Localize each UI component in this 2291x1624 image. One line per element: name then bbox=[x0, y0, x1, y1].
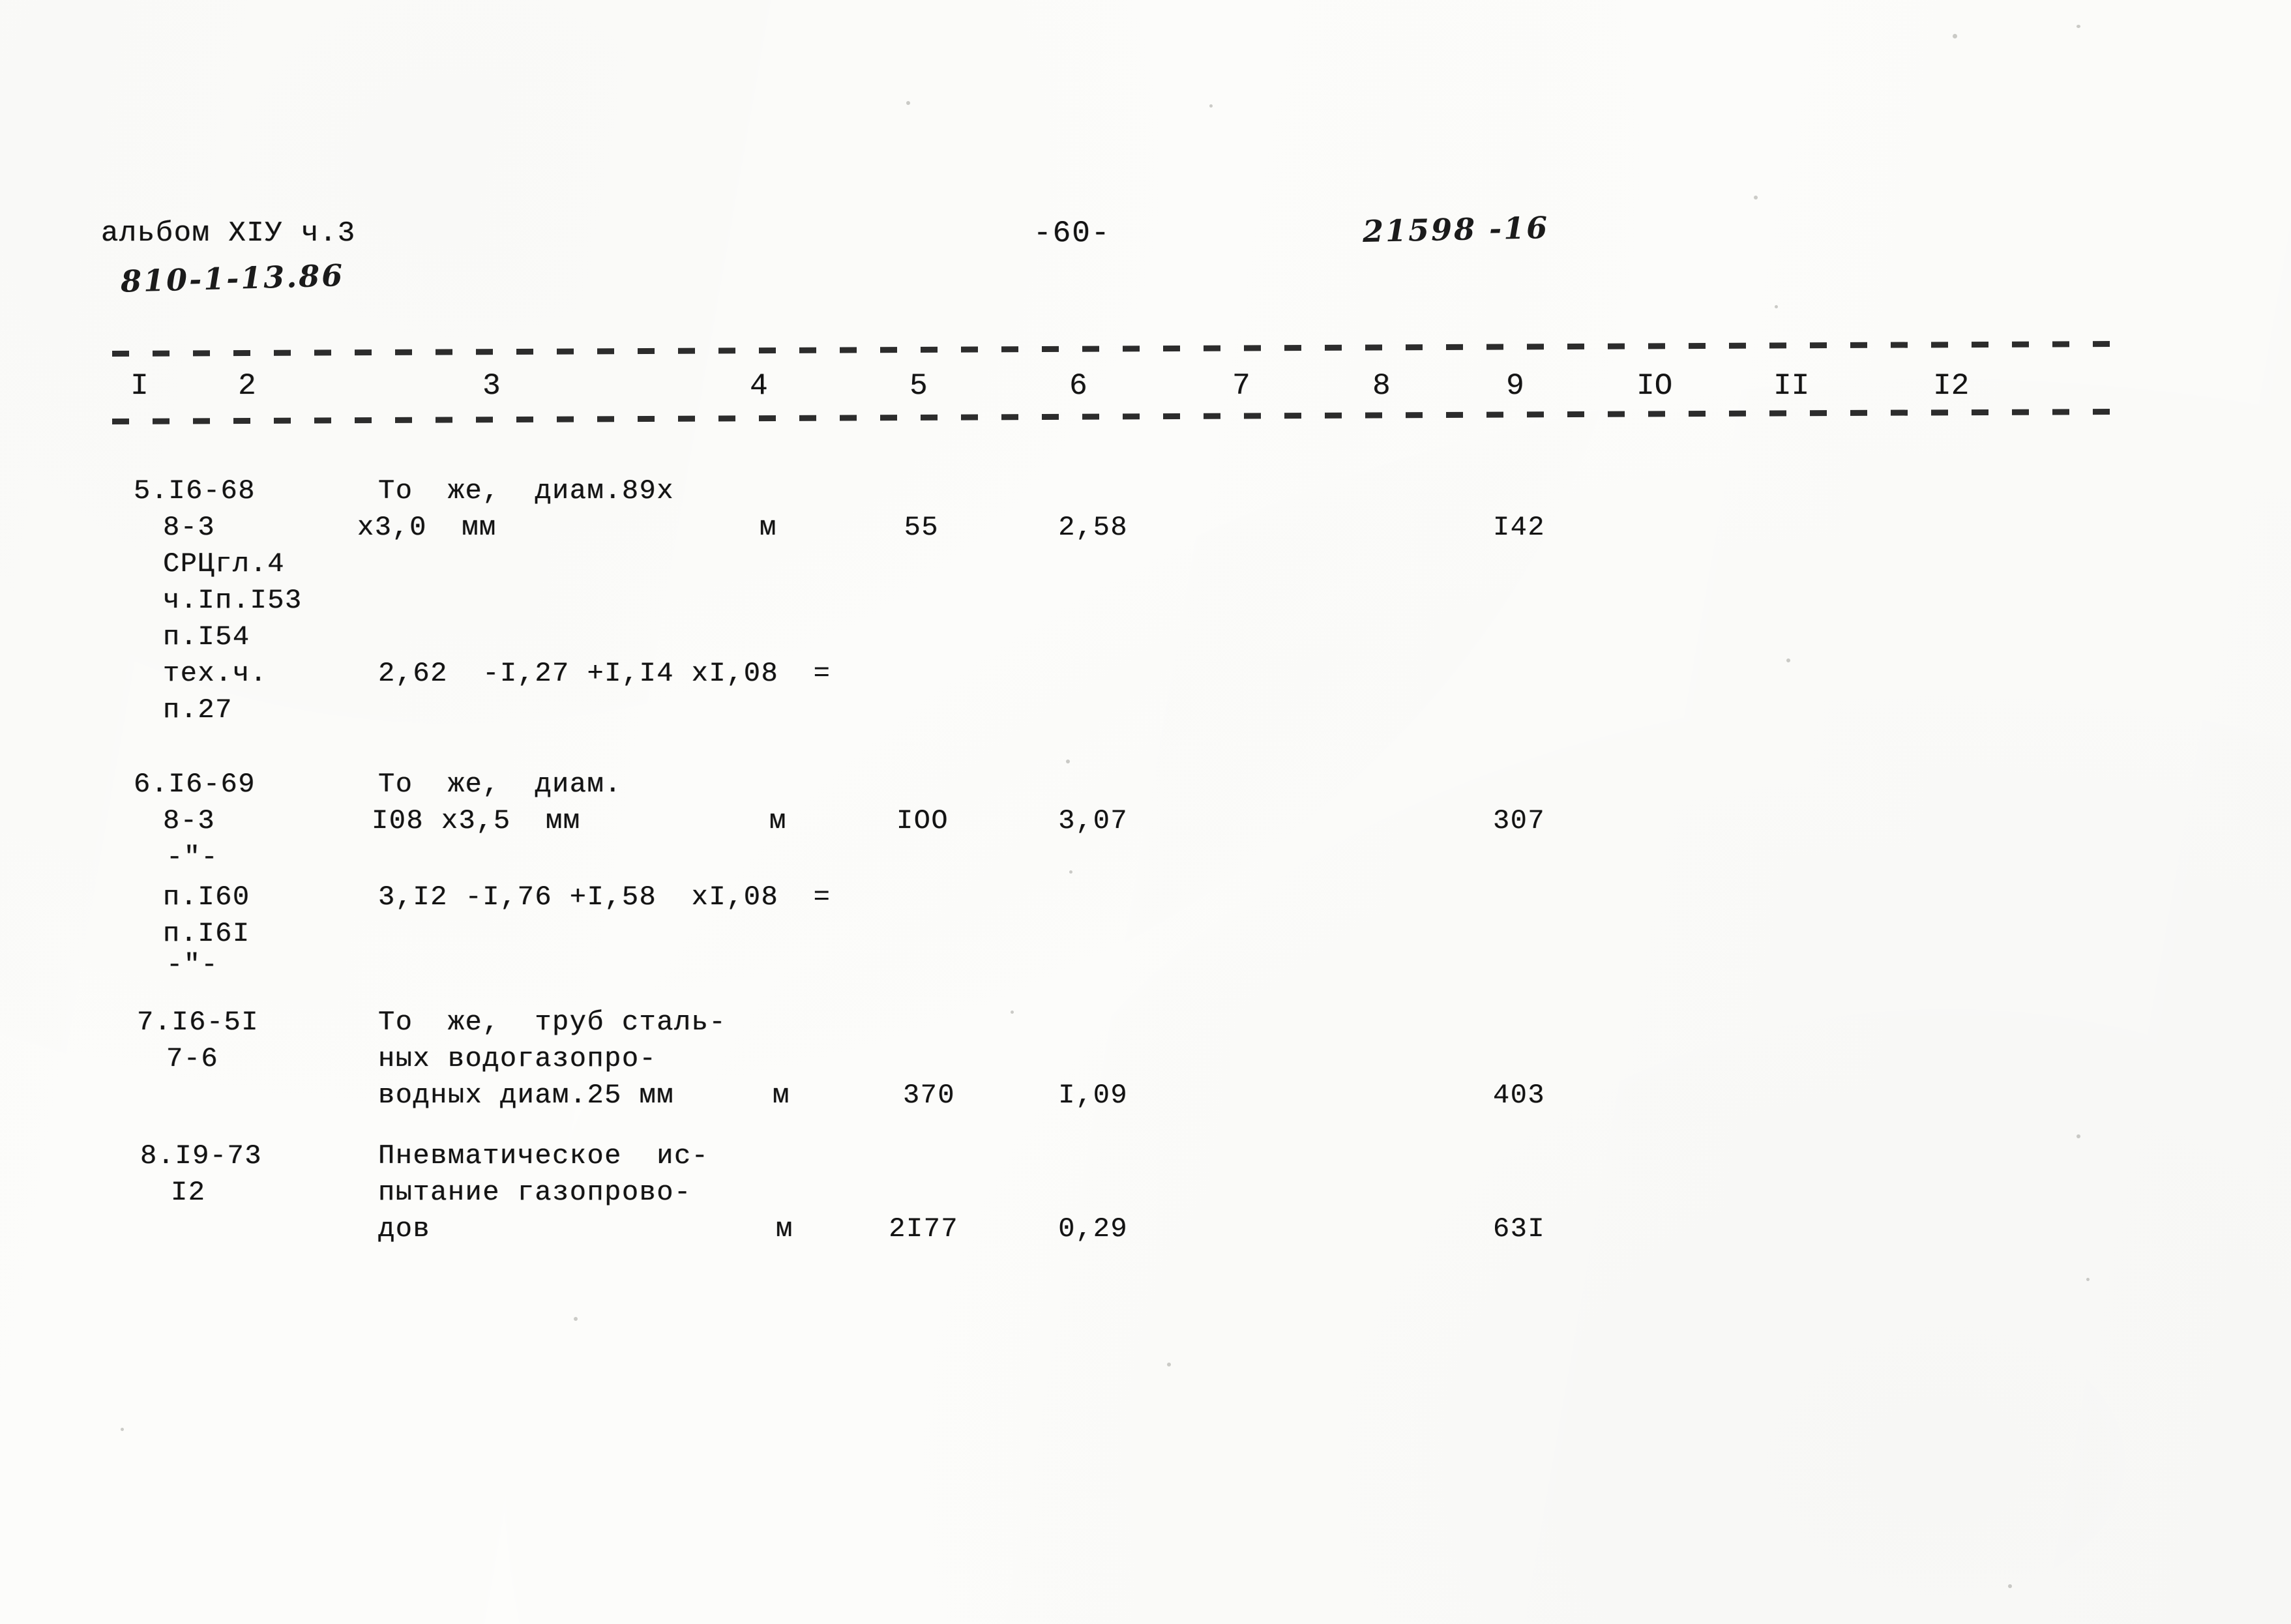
scan-speck bbox=[1167, 1363, 1171, 1366]
column-header-10: IO bbox=[1636, 369, 1673, 403]
column-header-1: I bbox=[130, 369, 149, 403]
row-description-8-line-2: пытание газопрово- bbox=[378, 1177, 692, 1208]
row-code-5-line-5: п.I54 bbox=[163, 621, 250, 653]
scan-speck bbox=[1786, 658, 1790, 662]
scan-speck bbox=[574, 1317, 578, 1321]
scan-speck bbox=[2077, 1134, 2080, 1138]
album-label: альбом XIУ ч.3 bbox=[101, 217, 356, 250]
row-unit-5: м bbox=[760, 512, 777, 543]
column-header-3: 3 bbox=[482, 369, 501, 403]
row-code-8-line-1: 8.I9-73 bbox=[140, 1140, 262, 1172]
scan-speck bbox=[2086, 1278, 2090, 1281]
row-description-6-line-2: I08 х3,5 мм bbox=[372, 805, 581, 836]
row-price-7: I,09 bbox=[1058, 1080, 1128, 1111]
scan-speck bbox=[1754, 196, 1758, 199]
row-price-8: 0,29 bbox=[1058, 1213, 1128, 1245]
scan-speck bbox=[906, 101, 910, 105]
row-quantity-5: 55 bbox=[904, 512, 939, 543]
row-code-5-line-7: п.27 bbox=[163, 694, 233, 726]
column-header-2: 2 bbox=[238, 369, 256, 403]
row-description-5-line-2: х3,0 мм bbox=[357, 512, 497, 543]
row-total-5: I42 bbox=[1492, 512, 1545, 543]
row-description-5-line-1: То же, диам.89х bbox=[378, 475, 674, 507]
row-code-6-line-4: п.I60 bbox=[163, 881, 250, 913]
row-price-6: 3,07 bbox=[1058, 805, 1128, 836]
column-header-4: 4 bbox=[750, 369, 768, 403]
row-code-5-line-1: 5.I6-68 bbox=[134, 475, 256, 507]
column-header-5: 5 bbox=[909, 369, 928, 403]
column-header-7: 7 bbox=[1232, 369, 1250, 403]
page-number: -60- bbox=[1033, 216, 1111, 250]
scan-speck bbox=[1953, 34, 1957, 38]
column-header-6: 6 bbox=[1069, 369, 1087, 403]
row-total-8: 63I bbox=[1492, 1213, 1545, 1245]
scan-speck bbox=[2077, 25, 2080, 28]
row-code-6-line-3: -"- bbox=[166, 842, 219, 873]
column-header-9: 9 bbox=[1506, 369, 1524, 403]
row-quantity-7: 370 bbox=[902, 1080, 955, 1111]
scan-speck bbox=[1011, 1011, 1014, 1014]
row-code-7-line-1: 7.I6-5I bbox=[137, 1007, 259, 1038]
row-unit-6: м bbox=[769, 805, 787, 836]
scan-speck bbox=[121, 1428, 124, 1431]
scan-speck bbox=[1775, 305, 1778, 308]
row-price-5: 2,58 bbox=[1058, 512, 1128, 543]
row-description-6-line-1: То же, диам. bbox=[378, 769, 622, 800]
row-description-7-line-3: водных диам.25 мм bbox=[378, 1080, 674, 1111]
row-code-5-line-4: ч.Iп.I53 bbox=[163, 585, 303, 616]
row-code-8-line-2: I2 bbox=[171, 1177, 206, 1208]
scan-speck bbox=[1209, 104, 1213, 108]
table-rule-top bbox=[111, 340, 2127, 357]
row-description-8-line-1: Пневматическое ис- bbox=[378, 1140, 709, 1172]
row-total-6: 307 bbox=[1492, 805, 1545, 836]
row-total-7: 403 bbox=[1492, 1080, 1545, 1111]
album-code-handwritten: 810-1-13.86 bbox=[120, 258, 345, 299]
column-header-12: I2 bbox=[1933, 369, 1970, 403]
row-code-5-line-3: СРЦгл.4 bbox=[163, 548, 285, 580]
row-description-8-line-3: дов bbox=[378, 1213, 431, 1245]
row-description-7-line-2: ных водогазопро- bbox=[378, 1043, 657, 1074]
row-code-6-line-6: -"- bbox=[166, 949, 219, 981]
row-code-5-line-2: 8-3 bbox=[163, 512, 216, 543]
row-code-7-line-2: 7-6 bbox=[166, 1043, 219, 1074]
scan-speck bbox=[2008, 1584, 2012, 1588]
column-header-8: 8 bbox=[1372, 369, 1391, 403]
row-formula-6: 3,I2 -I,76 +I,58 хI,08 = bbox=[378, 881, 831, 913]
scan-speck bbox=[1069, 870, 1072, 874]
row-description-7-line-1: То же, труб сталь- bbox=[378, 1007, 727, 1038]
table-rule-bottom bbox=[111, 408, 2127, 424]
row-unit-7: м bbox=[773, 1080, 790, 1111]
row-quantity-8: 2I77 bbox=[889, 1213, 958, 1245]
column-header-11: II bbox=[1773, 369, 1810, 403]
row-code-5-line-6: тех.ч. bbox=[163, 658, 268, 689]
row-formula-5: 2,62 -I,27 +I,I4 хI,08 = bbox=[378, 658, 831, 689]
scan-speck bbox=[1066, 760, 1070, 763]
scanned-document-page: альбом XIУ ч.3 810-1-13.86 -60- 21598 -1… bbox=[0, 0, 2291, 1624]
row-code-6-line-2: 8-3 bbox=[163, 805, 216, 836]
row-quantity-6: IOO bbox=[896, 805, 949, 836]
document-code-handwritten: 21598 -16 bbox=[1362, 210, 1550, 249]
row-unit-8: м bbox=[776, 1213, 793, 1245]
row-code-6-line-1: 6.I6-69 bbox=[134, 769, 256, 800]
